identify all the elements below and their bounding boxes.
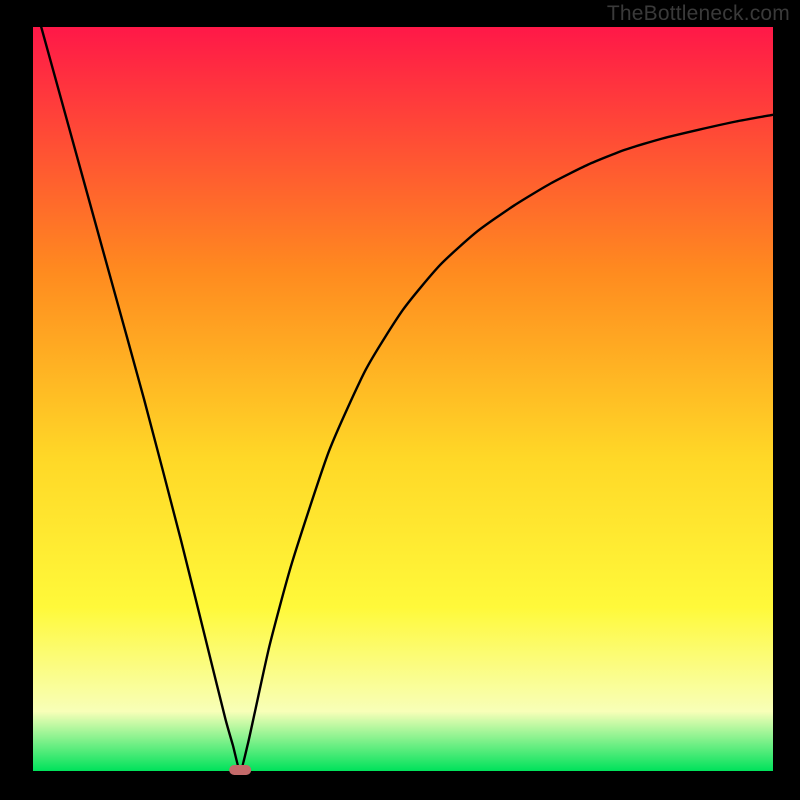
- bottleneck-chart: [0, 0, 800, 800]
- optimum-marker: [229, 765, 251, 775]
- chart-frame: TheBottleneck.com: [0, 0, 800, 800]
- watermark-text: TheBottleneck.com: [607, 2, 790, 26]
